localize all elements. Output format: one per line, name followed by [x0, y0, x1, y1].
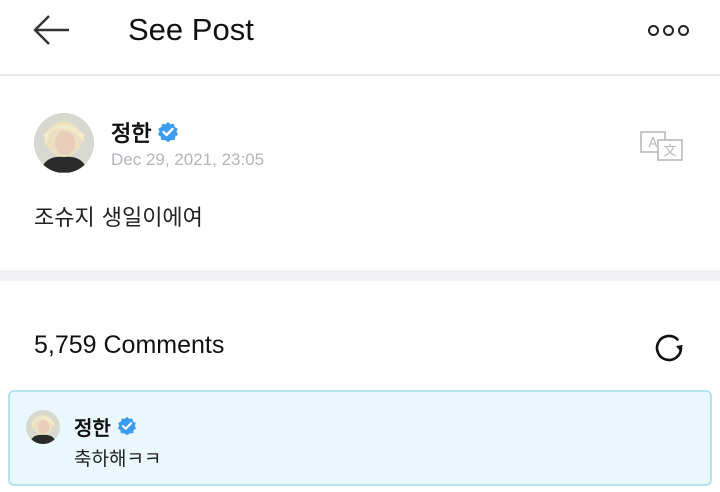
- comment-author-name[interactable]: 정한: [74, 412, 111, 441]
- post-body-text: 조슈지 생일이에여: [34, 206, 203, 231]
- author-name[interactable]: 정한: [111, 116, 151, 148]
- refresh-icon: [655, 334, 683, 362]
- avatar-image: [34, 113, 94, 173]
- more-dot-3: [677, 24, 689, 36]
- more-options-button[interactable]: [640, 12, 696, 48]
- verified-badge-icon: [157, 121, 179, 143]
- top-app-bar: See Post: [0, 0, 720, 76]
- more-dot-2: [662, 24, 674, 36]
- section-divider: [0, 270, 720, 281]
- translate-button[interactable]: A 文: [640, 130, 684, 162]
- comment-avatar[interactable]: [26, 410, 60, 444]
- comment-avatar-image: [26, 410, 60, 444]
- avatar[interactable]: [34, 113, 94, 173]
- comment-author-row: 정한: [74, 412, 139, 441]
- refresh-button[interactable]: [650, 329, 688, 367]
- arrow-left-icon: [33, 15, 69, 45]
- author-row: 정한: [111, 116, 179, 148]
- post-timestamp: Dec 29, 2021, 23:05: [111, 150, 265, 169]
- svg-text:A: A: [649, 136, 658, 151]
- svg-text:文: 文: [663, 144, 676, 159]
- translate-icon: A 文: [640, 131, 683, 161]
- comments-count: 5,759 Comments: [34, 331, 225, 359]
- comment-text: 축하해ㅋㅋ: [74, 448, 162, 470]
- post-card: 정한 Dec 29, 2021, 23:05 A 文 조슈지 생일이에여: [0, 78, 720, 270]
- comments-header: 5,759 Comments: [0, 281, 720, 385]
- verified-badge-icon: [117, 416, 139, 438]
- more-horizontal-icon: [647, 24, 659, 36]
- comment-item[interactable]: 정한 축하해ㅋㅋ: [8, 390, 712, 486]
- page-title: See Post: [128, 12, 254, 47]
- back-button[interactable]: [26, 8, 76, 52]
